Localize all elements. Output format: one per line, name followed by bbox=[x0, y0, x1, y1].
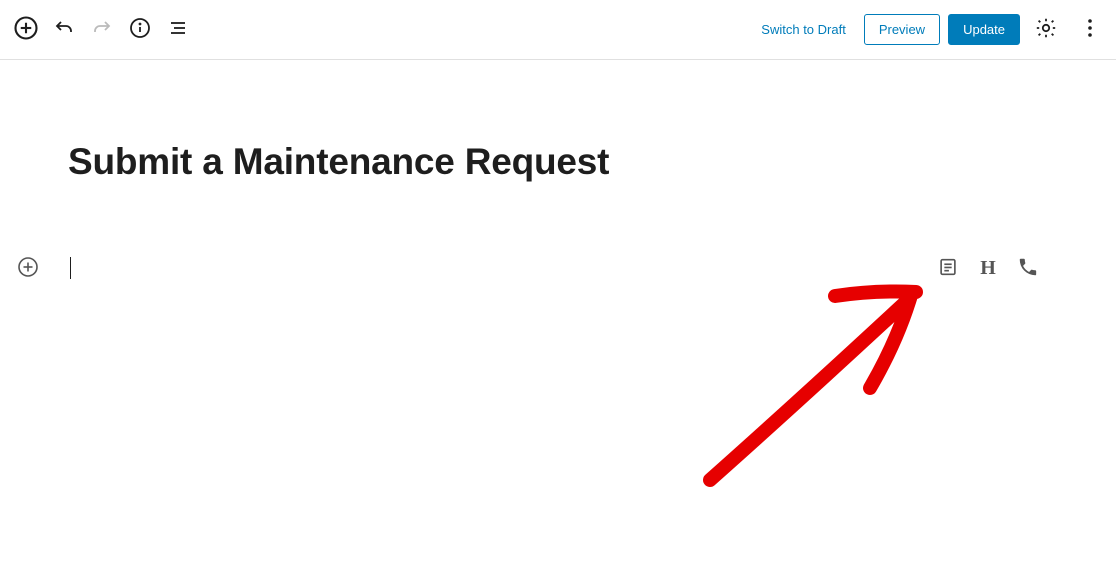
toolbar-left-group bbox=[8, 12, 196, 48]
undo-icon bbox=[52, 16, 76, 43]
annotation-arrow bbox=[700, 280, 940, 490]
add-block-toolbar-button[interactable] bbox=[8, 12, 44, 48]
preview-button[interactable]: Preview bbox=[864, 14, 940, 45]
post-title-input[interactable] bbox=[68, 140, 1048, 184]
heading-icon: H bbox=[980, 258, 996, 278]
form-icon bbox=[937, 256, 959, 281]
details-info-button[interactable] bbox=[122, 12, 158, 48]
redo-button[interactable] bbox=[84, 12, 120, 48]
gear-icon bbox=[1034, 16, 1058, 43]
plus-circle-icon bbox=[16, 255, 40, 282]
toolbar-right-group: Switch to Draft Preview Update bbox=[751, 12, 1108, 48]
kebab-menu-icon bbox=[1078, 16, 1102, 43]
list-icon bbox=[166, 16, 190, 43]
phone-icon bbox=[1017, 256, 1039, 281]
phone-block-shortcut[interactable] bbox=[1014, 254, 1042, 282]
switch-to-draft-button[interactable]: Switch to Draft bbox=[751, 16, 856, 43]
editor-top-toolbar: Switch to Draft Preview Update bbox=[0, 0, 1116, 60]
editor-canvas: H bbox=[0, 60, 1116, 577]
info-circle-icon bbox=[128, 16, 152, 43]
text-cursor bbox=[70, 257, 71, 279]
block-shortcut-icons: H bbox=[934, 254, 1048, 282]
heading-block-shortcut[interactable]: H bbox=[974, 254, 1002, 282]
post-title-wrap bbox=[0, 140, 1116, 184]
undo-button[interactable] bbox=[46, 12, 82, 48]
more-options-button[interactable] bbox=[1072, 12, 1108, 48]
form-block-shortcut[interactable] bbox=[934, 254, 962, 282]
settings-button[interactable] bbox=[1028, 12, 1064, 48]
empty-paragraph-block[interactable]: H bbox=[0, 250, 1116, 286]
redo-icon bbox=[90, 16, 114, 43]
update-button[interactable]: Update bbox=[948, 14, 1020, 45]
outline-list-button[interactable] bbox=[160, 12, 196, 48]
plus-circle-icon bbox=[12, 14, 40, 45]
inline-add-block-button[interactable] bbox=[12, 252, 44, 284]
